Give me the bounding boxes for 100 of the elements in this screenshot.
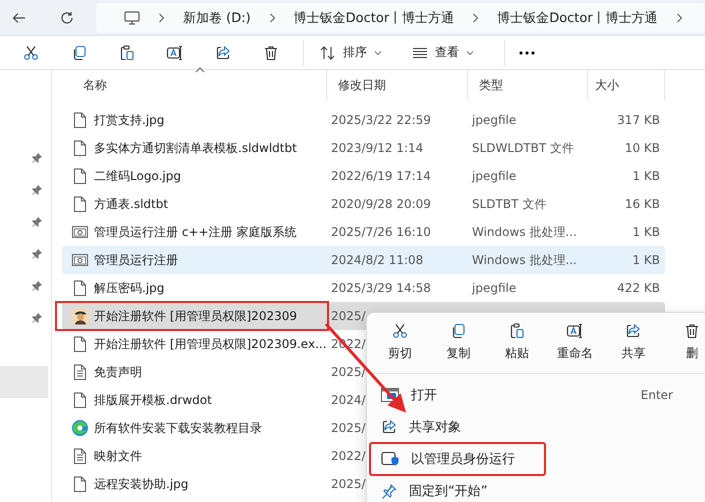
file-size: 317 KB (617, 113, 660, 127)
pin-icon (32, 313, 42, 323)
modified-date: 2023/9/12 1:14 (331, 141, 424, 155)
app-icon (71, 308, 89, 324)
file-size: 1 KB (632, 169, 660, 183)
chevron-icon (158, 12, 165, 22)
trash-action[interactable]: 删 (662, 317, 705, 373)
pin-icon (381, 483, 397, 499)
chevron-icon (268, 12, 276, 22)
batch-file-icon (71, 253, 89, 267)
file-name: 所有软件安装下载安装教程目录 (94, 420, 262, 436)
file-icon (71, 168, 89, 184)
file-type: Windows 批处理... (472, 224, 577, 238)
caret-icon (466, 50, 474, 56)
file-icon (71, 392, 89, 408)
copy-icon (450, 323, 466, 339)
menu-item[interactable]: 固定到“开始” (371, 476, 691, 502)
menu-item[interactable]: 以管理员身份运行 (371, 444, 544, 474)
file-type: SLDTBT 文件 (472, 196, 546, 210)
caret-icon (374, 50, 382, 56)
file-type: SLDWLDTBT 文件 (472, 140, 574, 154)
menu-item[interactable]: 共享对象 (371, 412, 691, 442)
file-row[interactable]: 打赏支持.jpg 2025/3/22 22:59 jpegfile 317 KB (62, 106, 665, 134)
file-name: 排版展开模板.drwdot (94, 392, 212, 408)
file-icon (71, 476, 89, 492)
file-size: 1 KB (632, 253, 660, 267)
modified-date: 2025/ (331, 365, 366, 379)
pin-icon (32, 185, 42, 195)
modified-date: 2025/ (331, 309, 366, 323)
batch-file-icon (71, 225, 89, 239)
sort-icon (320, 46, 336, 60)
trash-icon (684, 323, 700, 339)
modified-date: 2025/ (331, 477, 366, 491)
chevron-icon (472, 12, 480, 22)
modified-date: 2025/3/29 14:58 (331, 281, 431, 295)
breadcrumb[interactable]: 博士钣金Doctor丨博士方通 (294, 8, 454, 26)
shield-icon (381, 451, 399, 467)
file-row[interactable]: 多实体方通切割清单表模板.sldwldtbt 2023/9/12 1:14 SLDWLDTBT 文件 10 KB (62, 134, 665, 162)
file-size: 16 KB (624, 197, 660, 211)
back-arrow-icon[interactable] (12, 10, 26, 24)
scissors-icon (392, 323, 408, 339)
breadcrumb[interactable]: 新加卷 (D:) (183, 8, 251, 26)
file-name: 远程安装协助.jpg (94, 476, 188, 492)
column-header[interactable]: 类型 (468, 70, 588, 100)
file-name: 管理员运行注册 (94, 252, 178, 268)
view-button[interactable]: 查看 (404, 40, 482, 65)
modified-date: 2022/ (331, 449, 366, 463)
file-type: jpegfile (472, 169, 516, 183)
column-header[interactable]: 大小 (588, 70, 665, 100)
file-name: 开始注册软件 [用管理员权限]202309.ex... (94, 336, 327, 352)
file-name: 方通表.sldtbt (94, 196, 168, 212)
modified-date: 2022/6/19 17:14 (331, 169, 431, 183)
sort-caret-icon (195, 67, 205, 73)
file-row[interactable]: 管理员运行注册 2024/8/2 11:08 Windows 批处理... 1 KB (62, 246, 665, 274)
file-icon (71, 140, 89, 156)
modified-date: 2025/ (331, 421, 366, 435)
shortcut: Enter (640, 388, 674, 402)
file-size: 10 KB (624, 141, 660, 155)
sort-button[interactable]: 排序 (312, 40, 390, 65)
file-name: 开始注册软件 [用管理员权限]202309 (94, 308, 297, 324)
document-icon (71, 364, 89, 380)
column-header[interactable]: 修改日期 (327, 70, 468, 100)
file-size: 1 KB (632, 225, 660, 239)
pin-icon (32, 153, 42, 163)
file-name: 管理员运行注册 c++注册 家庭版系统 (94, 224, 296, 240)
file-type: jpegfile (472, 113, 516, 127)
globe-icon (71, 419, 89, 437)
file-name: 解压密码.jpg (94, 280, 164, 296)
modified-date: 2020/9/28 20:09 (331, 197, 431, 211)
file-row[interactable]: 管理员运行注册 c++注册 家庭版系统 2025/7/26 16:10 Windows 批处理... 1 KB (62, 218, 665, 246)
breadcrumb[interactable]: 博士钣金Doctor丨博士方通 (497, 8, 658, 26)
file-icon (71, 196, 89, 212)
file-icon (71, 336, 89, 352)
file-icon (71, 280, 89, 296)
refresh-icon[interactable] (60, 10, 74, 24)
modified-date: 2024/ (331, 393, 366, 407)
document-icon (71, 448, 89, 464)
share-icon (381, 419, 397, 435)
chevron-icon (676, 12, 683, 22)
modified-date: 2025/7/26 16:10 (331, 225, 431, 239)
file-type: jpegfile (472, 281, 516, 295)
file-name: 多实体方通切割清单表模板.sldwldtbt (94, 140, 297, 156)
column-header[interactable]: 名称 (62, 70, 327, 100)
list-icon (412, 46, 428, 58)
pin-icon (32, 249, 42, 259)
file-type: Windows 批处理... (472, 252, 577, 266)
rename-icon (566, 323, 584, 339)
file-row[interactable]: 方通表.sldtbt 2020/9/28 20:09 SLDTBT 文件 16 KB (62, 190, 665, 218)
pin-icon (32, 217, 42, 227)
clipboard-icon (508, 323, 525, 339)
share-icon (625, 323, 642, 339)
file-row[interactable]: 解压密码.jpg 2025/3/29 14:58 jpegfile 422 KB (62, 274, 665, 302)
file-name: 映射文件 (94, 448, 142, 464)
file-name: 二维码Logo.jpg (94, 168, 181, 184)
file-icon (71, 112, 89, 128)
address-bar[interactable]: 新加卷 (D:) 博士钣金Doctor丨博士方通 博士钣金Doctor丨博士方通 (96, 2, 705, 32)
modified-date: 2025/3/22 22:59 (331, 113, 431, 127)
file-row[interactable]: 二维码Logo.jpg 2022/6/19 17:14 jpegfile 1 KB (62, 162, 665, 190)
file-name: 免责声明 (94, 364, 142, 380)
modified-date: 2024/8/2 11:08 (331, 253, 424, 267)
